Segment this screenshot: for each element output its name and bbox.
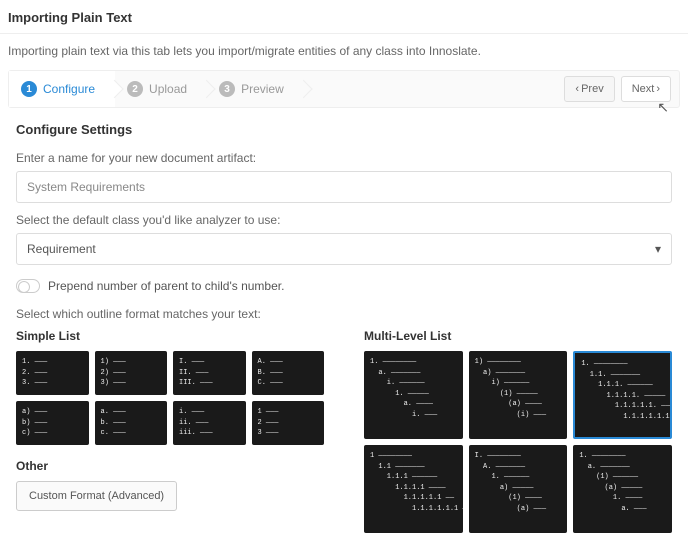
custom-format-button[interactable]: Custom Format (Advanced) (16, 481, 177, 511)
document-name-input[interactable] (16, 171, 672, 203)
wizard-stepper: 1 Configure 2 Upload 3 Preview ‹ Prev Ne… (8, 70, 680, 108)
multi-list-title: Multi-Level List (364, 329, 672, 343)
simple-list-option-4[interactable]: a) ——— b) ——— c) ——— (16, 401, 89, 445)
class-label: Select the default class you'd like anal… (16, 213, 672, 227)
multi-list-option-4[interactable]: I. ———————— A. ——————— 1. —————— a) ————… (469, 445, 568, 533)
step-upload[interactable]: 2 Upload (115, 71, 207, 107)
step-configure[interactable]: 1 Configure (9, 71, 115, 107)
simple-list-title: Simple List (16, 329, 324, 343)
simple-list-option-3[interactable]: A. ——— B. ——— C. ——— (252, 351, 325, 395)
other-title: Other (16, 459, 324, 473)
simple-list-option-5[interactable]: a. ——— b. ——— c. ——— (95, 401, 168, 445)
step-label: Preview (241, 82, 284, 96)
step-label: Configure (43, 82, 95, 96)
step-preview[interactable]: 3 Preview (207, 71, 304, 107)
next-button[interactable]: Next › (621, 76, 671, 102)
settings-title: Configure Settings (16, 122, 672, 137)
simple-list-option-2[interactable]: I. ——— II. ——— III. ——— (173, 351, 246, 395)
simple-list-option-0[interactable]: 1. ——— 2. ——— 3. ——— (16, 351, 89, 395)
configure-settings-panel: Configure Settings Enter a name for your… (0, 108, 688, 547)
chevron-left-icon: ‹ (575, 83, 579, 95)
chevron-down-icon: ▾ (655, 242, 661, 256)
prepend-label: Prepend number of parent to child's numb… (48, 279, 284, 293)
simple-list-option-7[interactable]: 1 ——— 2 ——— 3 ——— (252, 401, 325, 445)
multi-list-option-3[interactable]: 1 ———————— 1.1 ——————— 1.1.1 —————— 1.1.… (364, 445, 463, 533)
page-description: Importing plain text via this tab lets y… (0, 34, 688, 70)
multi-list-option-5[interactable]: 1. ———————— a. ——————— (1) —————— (a) ——… (573, 445, 672, 533)
multi-list-option-1[interactable]: 1) ———————— a) ——————— i) —————— (1) ———… (469, 351, 568, 439)
step-label: Upload (149, 82, 187, 96)
default-class-select[interactable]: Requirement ▾ (16, 233, 672, 265)
outline-label: Select which outline format matches your… (16, 307, 672, 321)
prepend-toggle[interactable] (16, 279, 40, 293)
step-number: 3 (219, 81, 235, 97)
multi-list-option-2[interactable]: 1. ———————— 1.1. ——————— 1.1.1. —————— 1… (573, 351, 672, 439)
simple-list-option-6[interactable]: i. ——— ii. ——— iii. ——— (173, 401, 246, 445)
prev-button[interactable]: ‹ Prev (564, 76, 614, 102)
multi-list-option-0[interactable]: 1. ———————— a. ——————— i. —————— 1. ————… (364, 351, 463, 439)
chevron-right-icon: › (656, 83, 660, 95)
select-value: Requirement (27, 242, 96, 256)
next-label: Next (632, 83, 655, 95)
prev-label: Prev (581, 83, 604, 95)
step-number: 2 (127, 81, 143, 97)
multi-level-list-section: Multi-Level List 1. ———————— a. ——————— … (364, 329, 672, 533)
page-title: Importing Plain Text (0, 0, 688, 34)
simple-list-option-1[interactable]: 1) ——— 2) ——— 3) ——— (95, 351, 168, 395)
simple-list-section: Simple List 1. ——— 2. ——— 3. ———1) ——— 2… (16, 329, 324, 533)
name-label: Enter a name for your new document artif… (16, 151, 672, 165)
step-number: 1 (21, 81, 37, 97)
